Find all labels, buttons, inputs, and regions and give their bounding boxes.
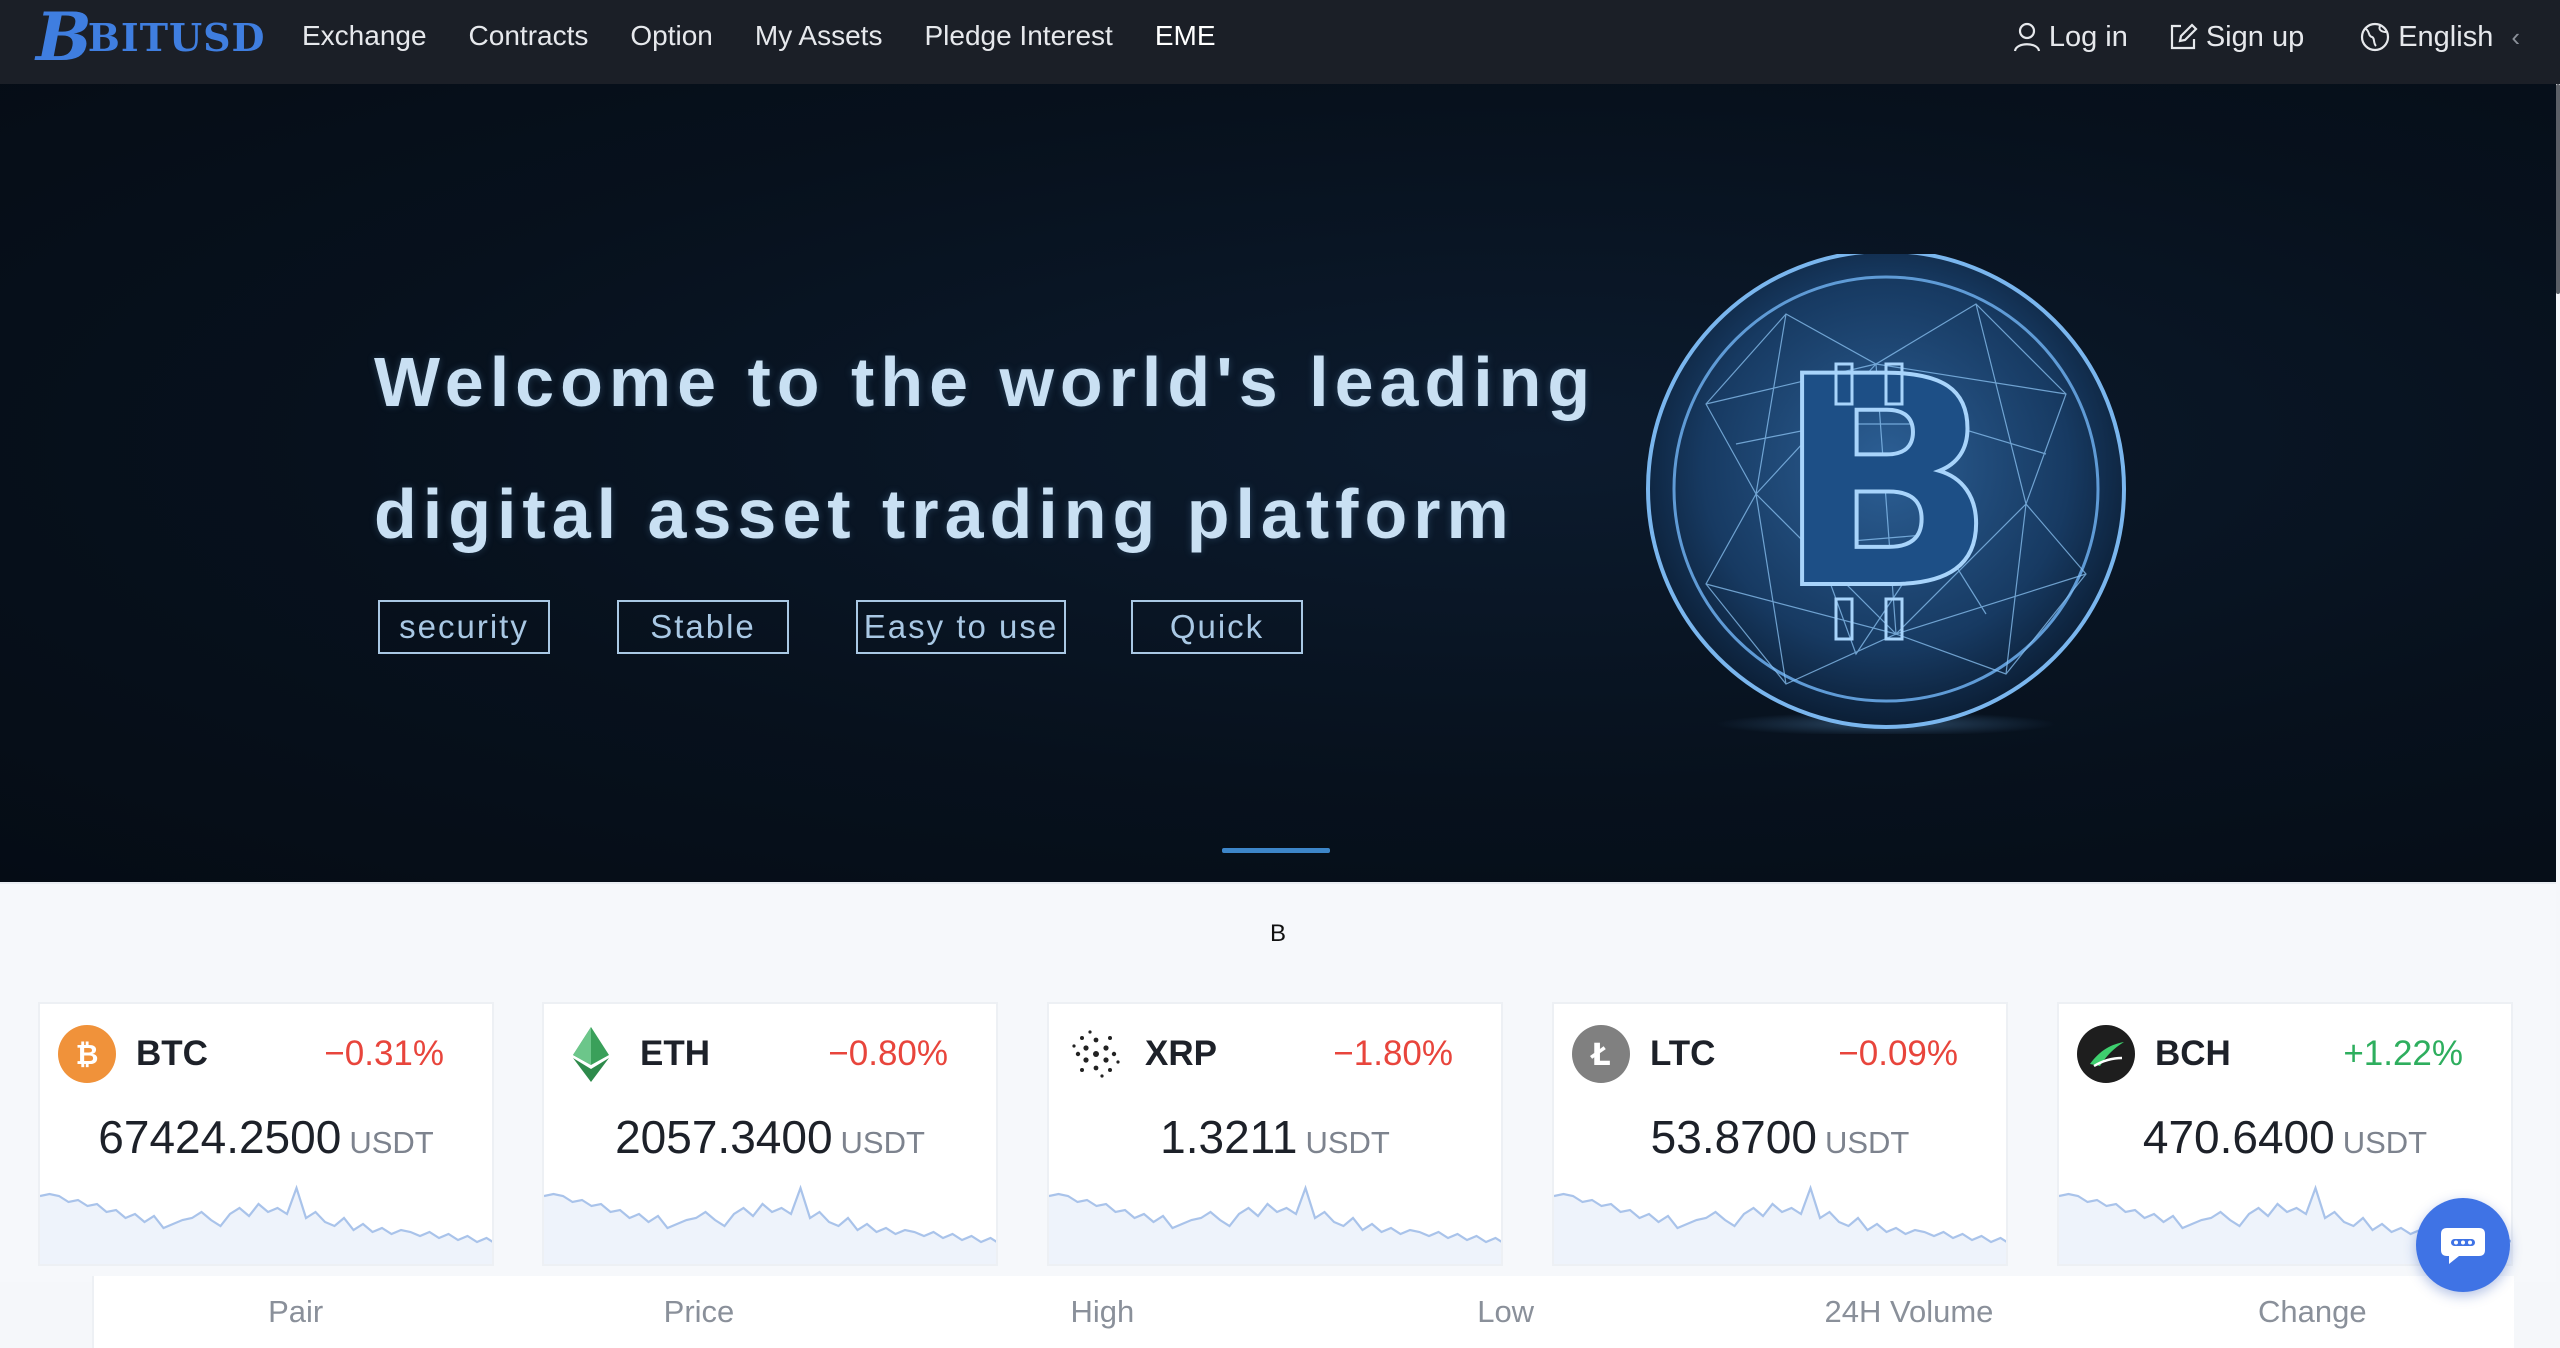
ticker-change: +1.22% (2343, 1034, 2463, 1073)
login-label: Log in (2048, 20, 2128, 53)
ticker-sparkline (544, 1184, 996, 1264)
tag-easy-to-use: Easy to use (856, 600, 1066, 654)
tag-stable: Stable (617, 600, 789, 654)
ticker-sparkline (1554, 1184, 2006, 1264)
ethereum-icon (562, 1025, 620, 1083)
ticker-change: −0.09% (1838, 1034, 1958, 1073)
site-logo[interactable]: B BITUSD (36, 4, 266, 70)
ticker-card-header: ₿ BTC −0.31% (58, 1024, 444, 1084)
column-24h-volume[interactable]: 24H Volume (1707, 1294, 2110, 1330)
language-selector[interactable]: English ‹ (2360, 21, 2520, 54)
ticker-change: −0.31% (324, 1034, 444, 1073)
ticker-sparkline (40, 1184, 492, 1264)
ticker-price-row: 67424.2500 USDT (40, 1110, 492, 1164)
ticker-price: 470.6400 (2142, 1111, 2335, 1163)
ticker-card-header: Ł LTC −0.09% (1572, 1024, 1958, 1084)
top-navigation: B BITUSD Exchange Contracts Option My As… (0, 0, 2560, 84)
notice-text: B (1269, 920, 1286, 947)
ticker-price: 53.8700 (1650, 1111, 1817, 1163)
svg-text:Ł: Ł (1589, 1038, 1610, 1071)
notice-bar: B (0, 882, 2556, 984)
nav-exchange[interactable]: Exchange (302, 20, 427, 52)
ticker-card-xrp[interactable]: XRP −1.80% 1.3211 USDT (1047, 1002, 1503, 1266)
ticker-price: 67424.2500 (98, 1111, 342, 1163)
ticker-unit: USDT (2342, 1125, 2428, 1160)
nav-option[interactable]: Option (630, 20, 713, 52)
ticker-price-row: 2057.3400 USDT (544, 1110, 996, 1164)
hero-title-line-2: digital asset trading platform (374, 475, 1515, 553)
ticker-symbol: LTC (1650, 1034, 1716, 1073)
hero-title-line-1: Welcome to the world's leading (374, 343, 1597, 421)
ticker-card-header: BCH +1.22% (2077, 1024, 2463, 1084)
logo-mark: B (36, 0, 92, 76)
ticker-card-header: ETH −0.80% (562, 1024, 948, 1084)
ticker-card-ltc[interactable]: Ł LTC −0.09% 53.8700 USDT (1552, 1002, 2008, 1266)
logo-text: BITUSD (87, 14, 266, 60)
nav-pledge-interest[interactable]: Pledge Interest (924, 20, 1112, 52)
market-table-header: Pair Price High Low 24H Volume Change (92, 1276, 2514, 1348)
ticker-price-row: 53.8700 USDT (1554, 1110, 2006, 1164)
bitcoin-icon: ₿ (58, 1025, 116, 1083)
login-link[interactable]: Log in (2013, 21, 2128, 54)
nav-eme[interactable]: EME (1155, 20, 1216, 52)
column-low[interactable]: Low (1304, 1294, 1707, 1330)
carousel-indicator[interactable] (1222, 848, 1330, 853)
ticker-price: 1.3211 (1160, 1111, 1298, 1163)
signup-label: Sign up (2205, 20, 2305, 53)
ticker-change: −1.80% (1333, 1034, 1453, 1073)
ticker-cards: ₿ BTC −0.31% 67424.2500 USDT ETH −0.80% 2… (0, 982, 2556, 1282)
xrp-icon (1067, 1025, 1125, 1083)
globe-icon (2361, 22, 2390, 52)
column-change[interactable]: Change (2111, 1294, 2514, 1330)
nav-my-assets[interactable]: My Assets (755, 20, 883, 52)
signup-link[interactable]: Sign up (2168, 21, 2304, 54)
bitcoin-coin-illustration: B (1646, 254, 2126, 734)
main-menu: Exchange Contracts Option My Assets Pled… (302, 0, 1258, 72)
tag-security: security (378, 600, 550, 654)
chevron-left-icon: ‹ (2511, 21, 2520, 52)
ticker-card-btc[interactable]: ₿ BTC −0.31% 67424.2500 USDT (38, 1002, 494, 1266)
bitcoin-cash-icon (2077, 1025, 2135, 1083)
ticker-unit: USDT (1305, 1125, 1390, 1160)
hero-banner: Welcome to the world's leading digital a… (0, 84, 2556, 882)
nav-actions: Log in Sign up English ‹ (1973, 0, 2520, 74)
language-label: English (2398, 20, 2494, 53)
chat-bubble-icon (2441, 1228, 2485, 1264)
user-icon (2013, 22, 2040, 52)
svg-text:₿: ₿ (76, 1038, 99, 1071)
ticker-symbol: XRP (1145, 1034, 1217, 1073)
chat-support-button[interactable] (2416, 1198, 2510, 1292)
nav-contracts[interactable]: Contracts (469, 20, 589, 52)
column-price[interactable]: Price (497, 1294, 900, 1330)
ticker-change: −0.80% (828, 1034, 948, 1073)
ticker-unit: USDT (1824, 1125, 1910, 1160)
page-scrollbar[interactable] (2556, 84, 2560, 294)
ticker-card-eth[interactable]: ETH −0.80% 2057.3400 USDT (542, 1002, 998, 1266)
column-pair[interactable]: Pair (94, 1294, 497, 1330)
ticker-price-row: 1.3211 USDT (1049, 1110, 1501, 1164)
tag-quick: Quick (1131, 600, 1303, 654)
ticker-symbol: BTC (136, 1034, 208, 1073)
column-high[interactable]: High (901, 1294, 1304, 1330)
ticker-card-header: XRP −1.80% (1067, 1024, 1453, 1084)
ticker-price: 2057.3400 (615, 1111, 833, 1163)
ticker-unit: USDT (840, 1125, 925, 1160)
ticker-sparkline (1049, 1184, 1501, 1264)
edit-icon (2170, 23, 2198, 50)
ticker-price-row: 470.6400 USDT (2059, 1110, 2511, 1164)
ticker-symbol: ETH (640, 1034, 710, 1073)
ticker-symbol: BCH (2155, 1034, 2231, 1073)
ticker-unit: USDT (349, 1125, 434, 1160)
litecoin-icon: Ł (1572, 1025, 1630, 1083)
